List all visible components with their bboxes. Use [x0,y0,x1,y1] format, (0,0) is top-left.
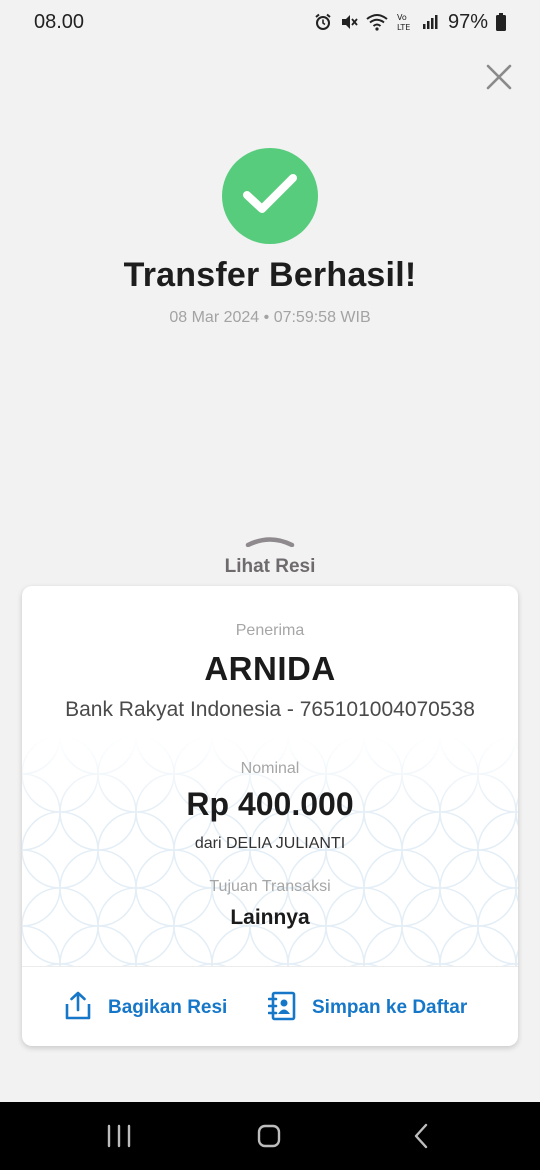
recent-apps-button[interactable] [99,1122,139,1150]
back-button[interactable] [400,1122,440,1150]
battery-percent: 97% [447,10,488,33]
success-badge [222,148,318,244]
mute-icon [340,13,358,31]
share-icon [64,991,92,1026]
recipient-label: Penerima [235,622,305,639]
home-icon [249,1124,289,1154]
view-receipt-toggle[interactable]: Lihat Resi [170,534,370,578]
recent-apps-icon [99,1124,139,1154]
view-receipt-label: Lihat Resi [224,556,316,577]
transaction-purpose: Lainnya [230,906,310,929]
save-to-list-label: Simpan ke Daftar [312,997,468,1018]
check-icon [242,172,298,221]
save-to-list-button[interactable]: Simpan ke Daftar [267,988,468,1028]
home-button[interactable] [249,1122,289,1150]
chevron-up-icon [170,534,370,552]
back-icon [400,1123,440,1154]
system-nav-bar [0,1102,540,1170]
status-bar: 08.00 Vo LTE 97% [0,0,540,44]
battery-icon [496,13,506,31]
card-divider [22,966,518,967]
transaction-datetime: 08 Mar 2024 • 07:59:58 WIB [169,309,371,326]
signal-icon [422,14,438,30]
status-icons: Vo LTE 97% [314,11,506,34]
share-receipt-button[interactable]: Bagikan Resi [64,988,227,1028]
purpose-label: Tujuan Transaksi [209,878,331,895]
recipient-name: ARNIDA [204,650,336,687]
svg-text:LTE: LTE [397,23,410,32]
amount-label: Nominal [240,760,300,777]
page-title: Transfer Berhasil! [123,256,417,294]
wifi-icon [366,13,388,31]
recipient-bank-account: Bank Rakyat Indonesia - 765101004070538 [65,698,475,721]
sender-name: dari DELIA JULIANTI [194,835,346,852]
status-time: 08.00 [34,10,85,33]
transfer-amount: Rp 400.000 [186,786,354,822]
volte-icon: Vo LTE [396,12,414,32]
svg-text:Vo: Vo [397,13,407,22]
alarm-icon [314,13,332,31]
close-button[interactable] [484,64,514,94]
contact-book-icon [267,991,296,1026]
share-receipt-label: Bagikan Resi [108,997,228,1018]
close-icon [486,64,512,95]
receipt-card: Penerima ARNIDA Bank Rakyat Indonesia - … [22,586,518,1046]
